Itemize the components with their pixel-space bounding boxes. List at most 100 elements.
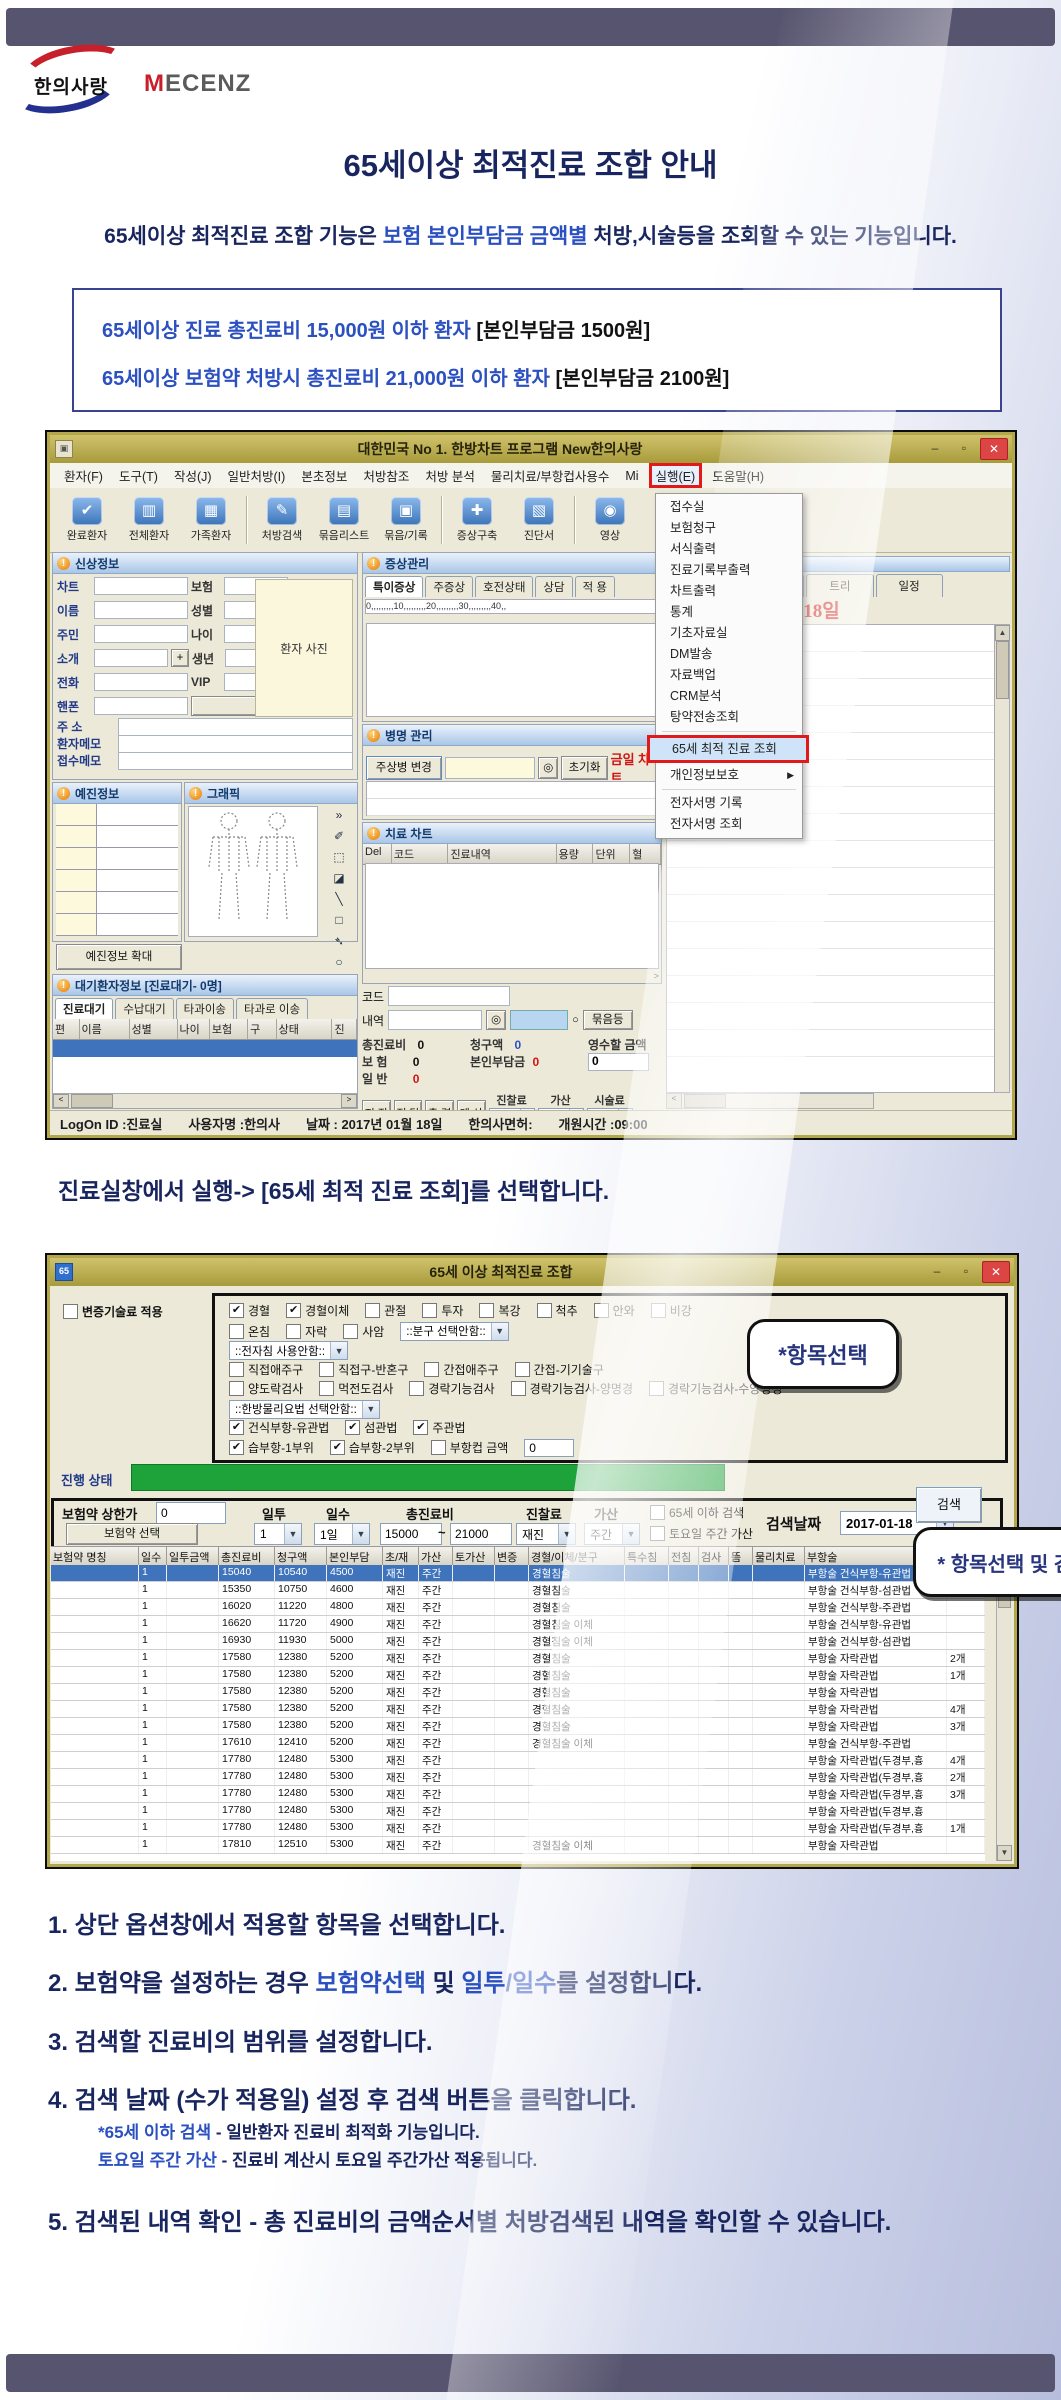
table-row[interactable]: 117810125105300재진주간경혈침술 이체부항술 자락관법 (51, 1837, 985, 1854)
detail-target-icon[interactable]: ◎ (486, 1010, 506, 1030)
checkbox-경혈[interactable]: ✔경혈 (229, 1302, 270, 1319)
menu-item-65세 최적 진료 조회[interactable]: 65세 최적 진료 조회 (647, 735, 809, 763)
symptom-tab-상담[interactable]: 상담 (535, 576, 572, 597)
menu-물리치료/부항컵사용수[interactable]: 물리치료/부항컵사용수 (485, 464, 615, 487)
table-row[interactable]: 116620117204900재진주간경혈침술 이체부항술 건식부항-유관법 (51, 1616, 985, 1633)
menu-item-CRM분석[interactable]: CRM분석 (656, 686, 802, 707)
checkbox-경락기능검사[interactable]: 경락기능검사 (409, 1380, 494, 1397)
schedule-row[interactable] (667, 949, 995, 976)
tool-»-icon[interactable]: » (323, 805, 355, 826)
table-row[interactable]: 117780124805300재진주간부항술 자락관법(두경부,흉1개 (51, 1820, 985, 1837)
code-input[interactable] (388, 986, 510, 1006)
table-row[interactable]: 117780124805300재진주간부항술 자락관법(두경부,흉 (51, 1803, 985, 1820)
menu-일반처방(I)[interactable]: 일반처방(I) (222, 464, 292, 487)
plus-button[interactable]: + (171, 649, 189, 667)
search-button[interactable]: 검색 (916, 1487, 982, 1523)
핸폰-input[interactable] (94, 697, 188, 715)
change-disease-button[interactable]: 주상병 변경 (366, 756, 442, 780)
waiting-hscrollbar[interactable]: < > (53, 1093, 357, 1108)
column-가산[interactable]: 가산 (419, 1547, 453, 1566)
checkbox-섬관법[interactable]: ✔섬관법 (345, 1419, 397, 1436)
menu-환자(F)[interactable]: 환자(F) (58, 464, 109, 487)
tool-➴-icon[interactable]: ➴ (323, 931, 355, 952)
tool-⬚-icon[interactable]: ⬚ (323, 847, 355, 868)
symptom-tab-특이증상[interactable]: 특이증상 (365, 576, 423, 597)
column-구[interactable]: 구 (248, 1019, 276, 1039)
cup-amount-input[interactable]: 0 (524, 1439, 574, 1457)
column-보험약 명칭[interactable]: 보험약 명칭 (51, 1547, 139, 1566)
toolbar-처방검색[interactable]: ✎처방검색 (251, 497, 313, 543)
symptom-tab-적 용[interactable]: 적 용 (575, 576, 615, 597)
column-진료내역[interactable]: 진료내역 (448, 844, 556, 864)
dialectic-fee-checkbox[interactable]: 변증기술료 적용 (63, 1303, 163, 1320)
column-편[interactable]: 편 (53, 1019, 80, 1039)
환자메모-input[interactable] (118, 735, 353, 753)
symptom-tab-주증상[interactable]: 주증상 (425, 576, 473, 597)
pre-exam-row[interactable] (56, 848, 178, 870)
column-뜸[interactable]: 뜸 (729, 1547, 753, 1566)
table-row[interactable]: 117780124805300재진주간부항술 자락관법(두경부,흉2개 (51, 1769, 985, 1786)
waiting-tab-타과이송[interactable]: 타과이송 (176, 998, 234, 1019)
menu-Mi[interactable]: Mi (619, 467, 644, 485)
column-혈[interactable]: 혈 (630, 844, 661, 864)
receipt-input[interactable]: 0 (588, 1053, 649, 1071)
pre-exam-row[interactable] (56, 914, 178, 936)
column-초/재[interactable]: 초/재 (383, 1547, 419, 1566)
schedule-row[interactable] (667, 1003, 995, 1030)
disease-target-icon[interactable]: ◎ (538, 757, 558, 779)
total-from-input[interactable]: 15000 (380, 1523, 442, 1545)
menu-item-전자서명 조회[interactable]: 전자서명 조회 (656, 814, 802, 835)
column-상태[interactable]: 상태 (277, 1019, 333, 1039)
schedule-row[interactable] (667, 868, 995, 895)
close-button[interactable]: ✕ (982, 1261, 1010, 1283)
column-전침[interactable]: 전침 (669, 1547, 699, 1566)
disease-input[interactable] (445, 757, 535, 779)
menu-item-자료백업[interactable]: 자료백업 (656, 665, 802, 686)
column-본인부담[interactable]: 본인부담 (327, 1547, 383, 1566)
table-row[interactable]: 117780124805300재진주간부항술 자락관법(두경부,흉4개 (51, 1752, 985, 1769)
pre-exam-row[interactable] (56, 892, 178, 914)
tool-◪-icon[interactable]: ◪ (323, 868, 355, 889)
column-검사[interactable]: 검사 (699, 1547, 729, 1566)
option-select[interactable]: ::전자침 사용안함::▼ (229, 1341, 348, 1360)
menu-item-기초자료실[interactable]: 기초자료실 (656, 623, 802, 644)
이름-input[interactable] (94, 601, 188, 619)
menu-item-DM발송[interactable]: DM발송 (656, 644, 802, 665)
column-나이[interactable]: 나이 (178, 1019, 210, 1039)
select-drug-button[interactable]: 보험약 선택 (66, 1523, 198, 1545)
symptom-text-area[interactable] (366, 623, 658, 717)
menu-item-차트출력[interactable]: 차트출력 (656, 581, 802, 602)
주 소-input[interactable] (118, 718, 353, 736)
checkbox-경락기능검사-양명경[interactable]: 경락기능검사-양명경 (511, 1380, 633, 1397)
menu-item-서식출력[interactable]: 서식출력 (656, 539, 802, 560)
menu-item-전자서명 기록[interactable]: 전자서명 기록 (656, 793, 802, 814)
소개-input[interactable] (94, 649, 168, 667)
exam-select[interactable]: 재진▼ (516, 1523, 576, 1545)
column-청구액[interactable]: 청구액 (275, 1547, 327, 1566)
ilto-select[interactable]: 1▼ (254, 1523, 302, 1545)
treatment-hscroll[interactable]: > (654, 971, 659, 981)
right-tab-일정[interactable]: 일정 (876, 574, 943, 597)
tool-□-icon[interactable]: □ (323, 910, 355, 931)
right-hscrollbar[interactable]: < (666, 1093, 874, 1109)
전화-input[interactable] (94, 673, 188, 691)
menu-도구(T)[interactable]: 도구(T) (113, 464, 164, 487)
checkbox-온침[interactable]: 온침 (229, 1323, 270, 1340)
column-성별[interactable]: 성별 (130, 1019, 178, 1039)
checkbox-비강[interactable]: 비강 (651, 1302, 692, 1319)
checkbox-양도락검사[interactable]: 양도락검사 (229, 1380, 303, 1397)
column-진[interactable]: 진 (332, 1019, 357, 1039)
column-일수[interactable]: 일수 (139, 1547, 167, 1566)
schedule-row[interactable] (667, 895, 995, 922)
ilsu-select[interactable]: 1일▼ (314, 1523, 370, 1545)
toolbar-완료환자[interactable]: ✔완료환자 (56, 497, 118, 543)
column-용량[interactable]: 용량 (557, 844, 594, 864)
menu-item-탕약전송조회[interactable]: 탕약전송조회 (656, 707, 802, 728)
checkbox-직접구-반혼구[interactable]: 직접구-반혼구 (319, 1361, 408, 1378)
column-총진료비[interactable]: 총진료비 (219, 1547, 275, 1566)
접수메모-input[interactable] (118, 752, 353, 770)
column-이름[interactable]: 이름 (80, 1019, 130, 1039)
checkbox-복강[interactable]: 복강 (479, 1302, 520, 1319)
toolbar-전체환자[interactable]: ▥전체환자 (118, 497, 180, 543)
column-보험[interactable]: 보험 (210, 1019, 248, 1039)
